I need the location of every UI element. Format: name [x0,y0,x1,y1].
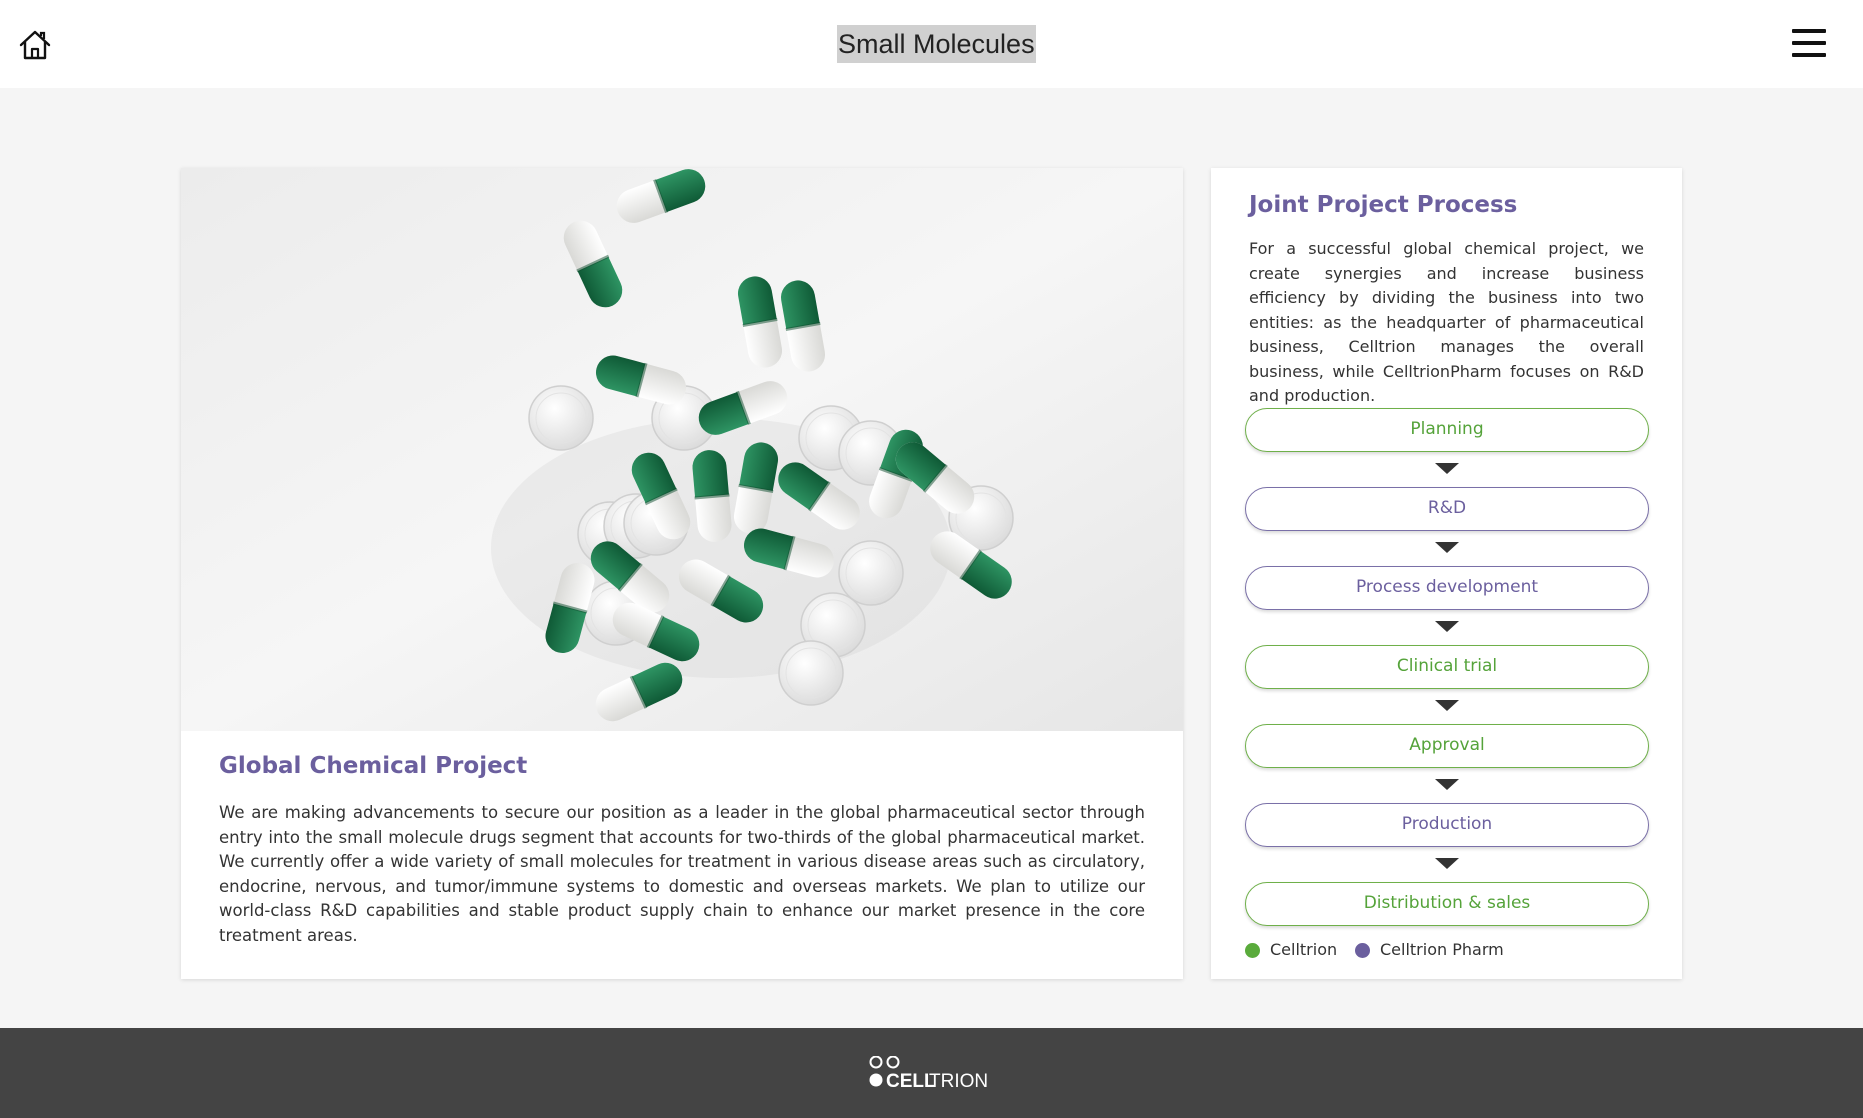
page-title: Small Molecules [837,25,1036,63]
step-process-development[interactable]: Process development [1245,566,1649,610]
legend-label: Celltrion Pharm [1380,940,1504,959]
pills-photo [181,168,1183,731]
down-arrow-icon [1435,463,1459,474]
down-arrow-icon [1435,621,1459,632]
celltrion-logo[interactable]: CELL TRION [869,1055,995,1092]
step-planning[interactable]: Planning [1245,408,1649,452]
green-dot-icon [1245,943,1260,958]
global-project-heading: Global Chemical Project [219,753,528,779]
home-icon[interactable] [17,27,53,63]
global-project-card: Global Chemical Project We are making ad… [181,168,1183,979]
legend-label: Celltrion [1270,940,1338,959]
joint-process-text: For a successful global chemical project… [1249,239,1644,405]
joint-process-card: Joint Project Process For a successful g… [1211,168,1682,979]
footer: CELL TRION [0,1028,1863,1118]
step-distribution-sales[interactable]: Distribution & sales [1245,882,1649,926]
joint-process-heading: Joint Project Process [1249,192,1518,218]
step-clinical-trial[interactable]: Clinical trial [1245,645,1649,689]
logo-text-light: TRION [929,1071,988,1092]
down-arrow-icon [1435,700,1459,711]
top-header: Small Molecules [0,0,1863,88]
step-rnd[interactable]: R&D [1245,487,1649,531]
down-arrow-icon [1435,858,1459,869]
down-arrow-icon [1435,542,1459,553]
step-approval[interactable]: Approval [1245,724,1649,768]
purple-dot-icon [1355,943,1370,958]
down-arrow-icon [1435,779,1459,790]
step-production[interactable]: Production [1245,803,1649,847]
hamburger-menu-icon[interactable] [1792,29,1826,59]
global-project-text: We are making advancements to secure our… [219,803,1145,945]
